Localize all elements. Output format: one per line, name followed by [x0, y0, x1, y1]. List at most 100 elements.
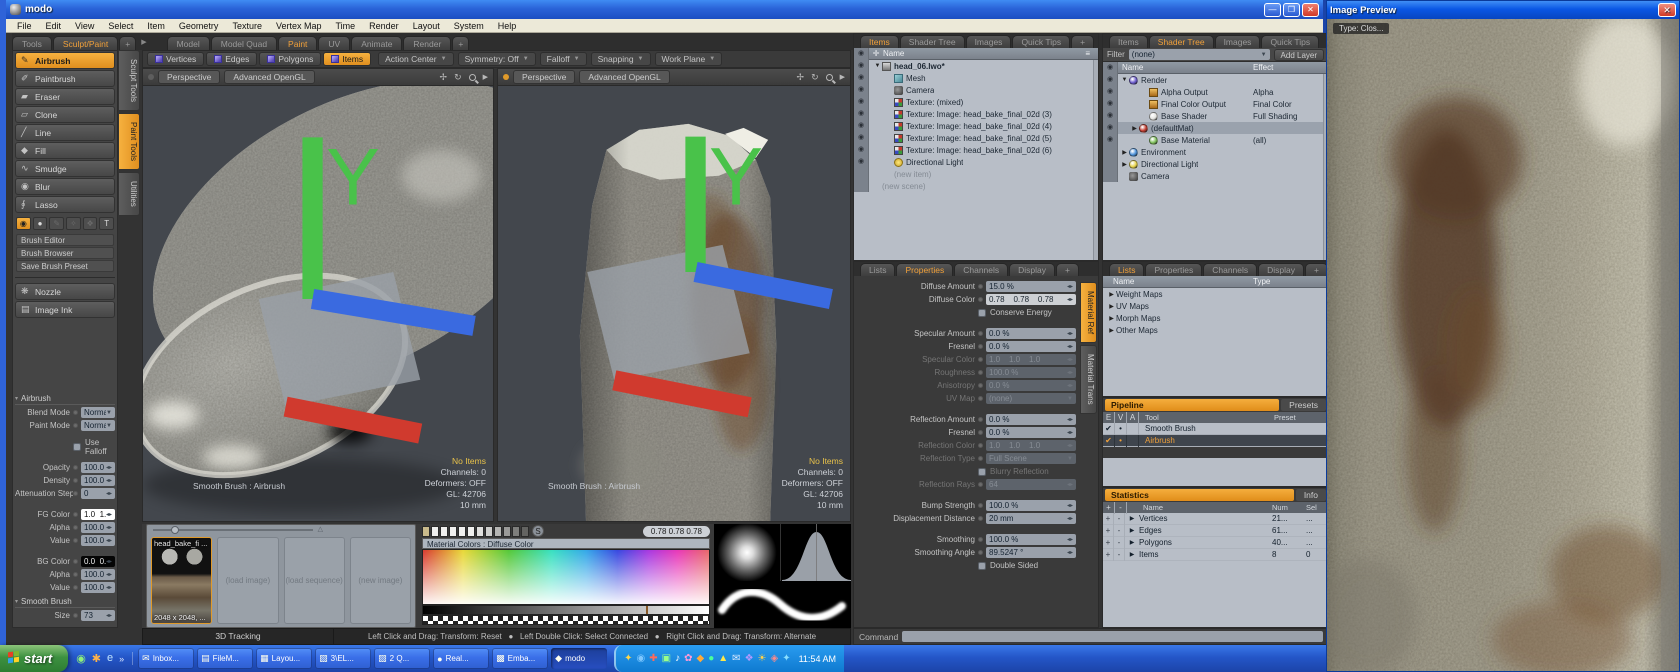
item-row-mesh[interactable]: ◉Mesh: [854, 72, 1098, 84]
spinner-icon[interactable]: ◂▸: [1067, 343, 1073, 350]
mini-toggle[interactable]: [978, 297, 983, 302]
list-row-weight-maps[interactable]: ▶Weight Maps: [1103, 288, 1328, 300]
collapse-minus-button[interactable]: -: [1114, 549, 1125, 561]
value-field[interactable]: 1.0 1.0 1.0◂▸: [986, 354, 1076, 365]
section-header[interactable]: ▾Smooth Brush: [15, 596, 115, 608]
spinner-icon[interactable]: ◂▸: [1067, 330, 1073, 337]
tab-images[interactable]: Images: [966, 35, 1012, 48]
spinner-icon[interactable]: ◂▸: [106, 477, 112, 484]
color-swatch[interactable]: [422, 526, 430, 537]
spinner-icon[interactable]: ◂▸: [1067, 442, 1073, 449]
value-field[interactable]: 100.0 %◂▸: [986, 500, 1076, 511]
menu-item-geometry[interactable]: Geometry: [172, 21, 226, 31]
value-field[interactable]: 100.0 %◂▸: [81, 462, 115, 473]
mini-toggle[interactable]: [978, 430, 983, 435]
menu-item-vertex-map[interactable]: Vertex Map: [269, 21, 329, 31]
tray-icon[interactable]: ▣: [662, 654, 671, 664]
tab-tools[interactable]: Tools: [12, 36, 52, 50]
tray-icon[interactable]: ☀: [758, 654, 767, 664]
brush-tip-button[interactable]: T: [99, 217, 114, 230]
menu-item-render[interactable]: Render: [362, 21, 406, 31]
value-field[interactable]: 20 mm◂▸: [986, 513, 1076, 524]
view-type-button[interactable]: Perspective: [158, 70, 220, 84]
checkbox[interactable]: [978, 468, 986, 476]
shader-row-defaultmat[interactable]: ◉▶(defaultMat): [1103, 122, 1328, 134]
expander-icon[interactable]: ▶: [1107, 315, 1116, 322]
tab-render[interactable]: Render: [403, 36, 451, 50]
mini-toggle[interactable]: [978, 284, 983, 289]
mini-toggle[interactable]: [73, 525, 78, 530]
mini-toggle[interactable]: [978, 503, 983, 508]
tab-model[interactable]: Model: [167, 36, 210, 50]
spinner-icon[interactable]: ◂▸: [1067, 429, 1073, 436]
spinner-icon[interactable]: ◂▸: [106, 490, 112, 497]
item-row-texture-image-head-bake-final-02d-4[interactable]: ◉Texture: Image: head_bake_final_02d (4): [854, 120, 1098, 132]
taskbar-task-inbox[interactable]: ✉Inbox...: [138, 648, 194, 669]
tab-channels[interactable]: Channels: [954, 263, 1008, 276]
eye-icon[interactable]: ◉: [854, 144, 869, 156]
color-swatch[interactable]: [440, 526, 448, 537]
chevron-down-icon[interactable]: ▼: [106, 410, 112, 416]
tray-icon[interactable]: ◆: [697, 654, 705, 664]
thumbnail-size-slider[interactable]: △: [153, 529, 313, 531]
stat-row-vertices[interactable]: +-▶Vertices21......: [1103, 513, 1328, 525]
mode-edges[interactable]: Edges: [206, 52, 257, 66]
color-swatch[interactable]: [521, 526, 529, 537]
tab-display[interactable]: Display: [1009, 263, 1055, 276]
quicklaunch-icon[interactable]: e: [107, 652, 113, 665]
stat-row-items[interactable]: +-▶Items80: [1103, 549, 1328, 561]
pipeline-header[interactable]: Pipeline: [1105, 399, 1279, 411]
hue-saturation-gradient[interactable]: [422, 549, 710, 605]
checkbox[interactable]: [73, 443, 81, 451]
tray-icon[interactable]: ◈: [771, 654, 779, 664]
tab-items[interactable]: Items: [1109, 35, 1148, 48]
color-swatch[interactable]: [512, 526, 520, 537]
mini-toggle[interactable]: [978, 550, 983, 555]
pipeline-row-smooth-brush[interactable]: ✔•Smooth Brush: [1103, 423, 1328, 435]
enable-check-icon[interactable]: ✔: [1103, 435, 1115, 447]
tab-sculpt-paint[interactable]: Sculpt/Paint: [53, 36, 118, 50]
tray-icon[interactable]: ♪: [675, 654, 680, 664]
tool-clone[interactable]: ▱Clone: [15, 106, 115, 123]
expand-icon[interactable]: ▶: [840, 73, 845, 81]
value-field[interactable]: 0◂▸: [81, 488, 115, 499]
expander-icon[interactable]: ▶: [1120, 149, 1129, 156]
tab-shader-tree[interactable]: Shader Tree: [1149, 35, 1214, 48]
value-field[interactable]: 0.0 %◂▸: [986, 380, 1076, 391]
chevron-down-icon[interactable]: ▼: [1067, 396, 1073, 402]
taskbar-task-2-q[interactable]: ▨2 Q...: [374, 648, 430, 669]
toolbar-dropdown-snapping[interactable]: Snapping▼: [591, 52, 651, 66]
list-row-uv-maps[interactable]: ▶UV Maps: [1103, 300, 1328, 312]
collapse-minus-button[interactable]: -: [1114, 525, 1125, 537]
value-gradient[interactable]: [422, 605, 710, 615]
menu-item-view[interactable]: View: [68, 21, 101, 31]
taskbar-task-filem[interactable]: ▤FileM...: [197, 648, 253, 669]
dropdown-field[interactable]: Normal Proj ...▼: [81, 420, 115, 431]
tab-scroll-arrow[interactable]: ▶: [137, 38, 150, 46]
viewport-canvas[interactable]: Y Smooth Brush : Airbrush No Items Chann…: [498, 86, 850, 521]
spinner-icon[interactable]: ◂▸: [106, 537, 112, 544]
mini-toggle[interactable]: [73, 512, 78, 517]
eye-icon[interactable]: [854, 180, 869, 192]
eye-icon[interactable]: ◉: [1103, 98, 1118, 110]
item-row-texture-image-head-bake-final-02d-6[interactable]: ◉Texture: Image: head_bake_final_02d (6): [854, 144, 1098, 156]
color-swatch[interactable]: [485, 526, 493, 537]
tool-line[interactable]: ╱Line: [15, 124, 115, 141]
renderer-button[interactable]: Advanced OpenGL: [224, 70, 314, 84]
expander-icon[interactable]: ▶: [1125, 515, 1139, 522]
rotate-icon[interactable]: ↻: [811, 72, 819, 83]
color-swatch[interactable]: [467, 526, 475, 537]
collapse-minus-button[interactable]: -: [1114, 537, 1125, 549]
side-tab-material-trans[interactable]: Material Trans: [1080, 345, 1097, 414]
expand-plus-button[interactable]: +: [1103, 513, 1114, 525]
item-row-texture-image-head-bake-final-02d-3[interactable]: ◉Texture: Image: head_bake_final_02d (3): [854, 108, 1098, 120]
expander-icon[interactable]: ▶: [1120, 161, 1129, 168]
dropdown-field[interactable]: (none)▼: [986, 393, 1076, 404]
tracking-mode-button[interactable]: 3D Tracking: [142, 628, 334, 645]
shader-row-render[interactable]: ◉▼Render: [1103, 74, 1328, 86]
tray-icon[interactable]: ✚: [649, 654, 657, 664]
spinner-icon[interactable]: ◂▸: [106, 584, 112, 591]
image-thumbnail[interactable]: head_bake_fi ...2048 x 2048, ...: [151, 537, 212, 624]
mini-toggle[interactable]: [73, 538, 78, 543]
zoom-icon[interactable]: [469, 74, 476, 81]
